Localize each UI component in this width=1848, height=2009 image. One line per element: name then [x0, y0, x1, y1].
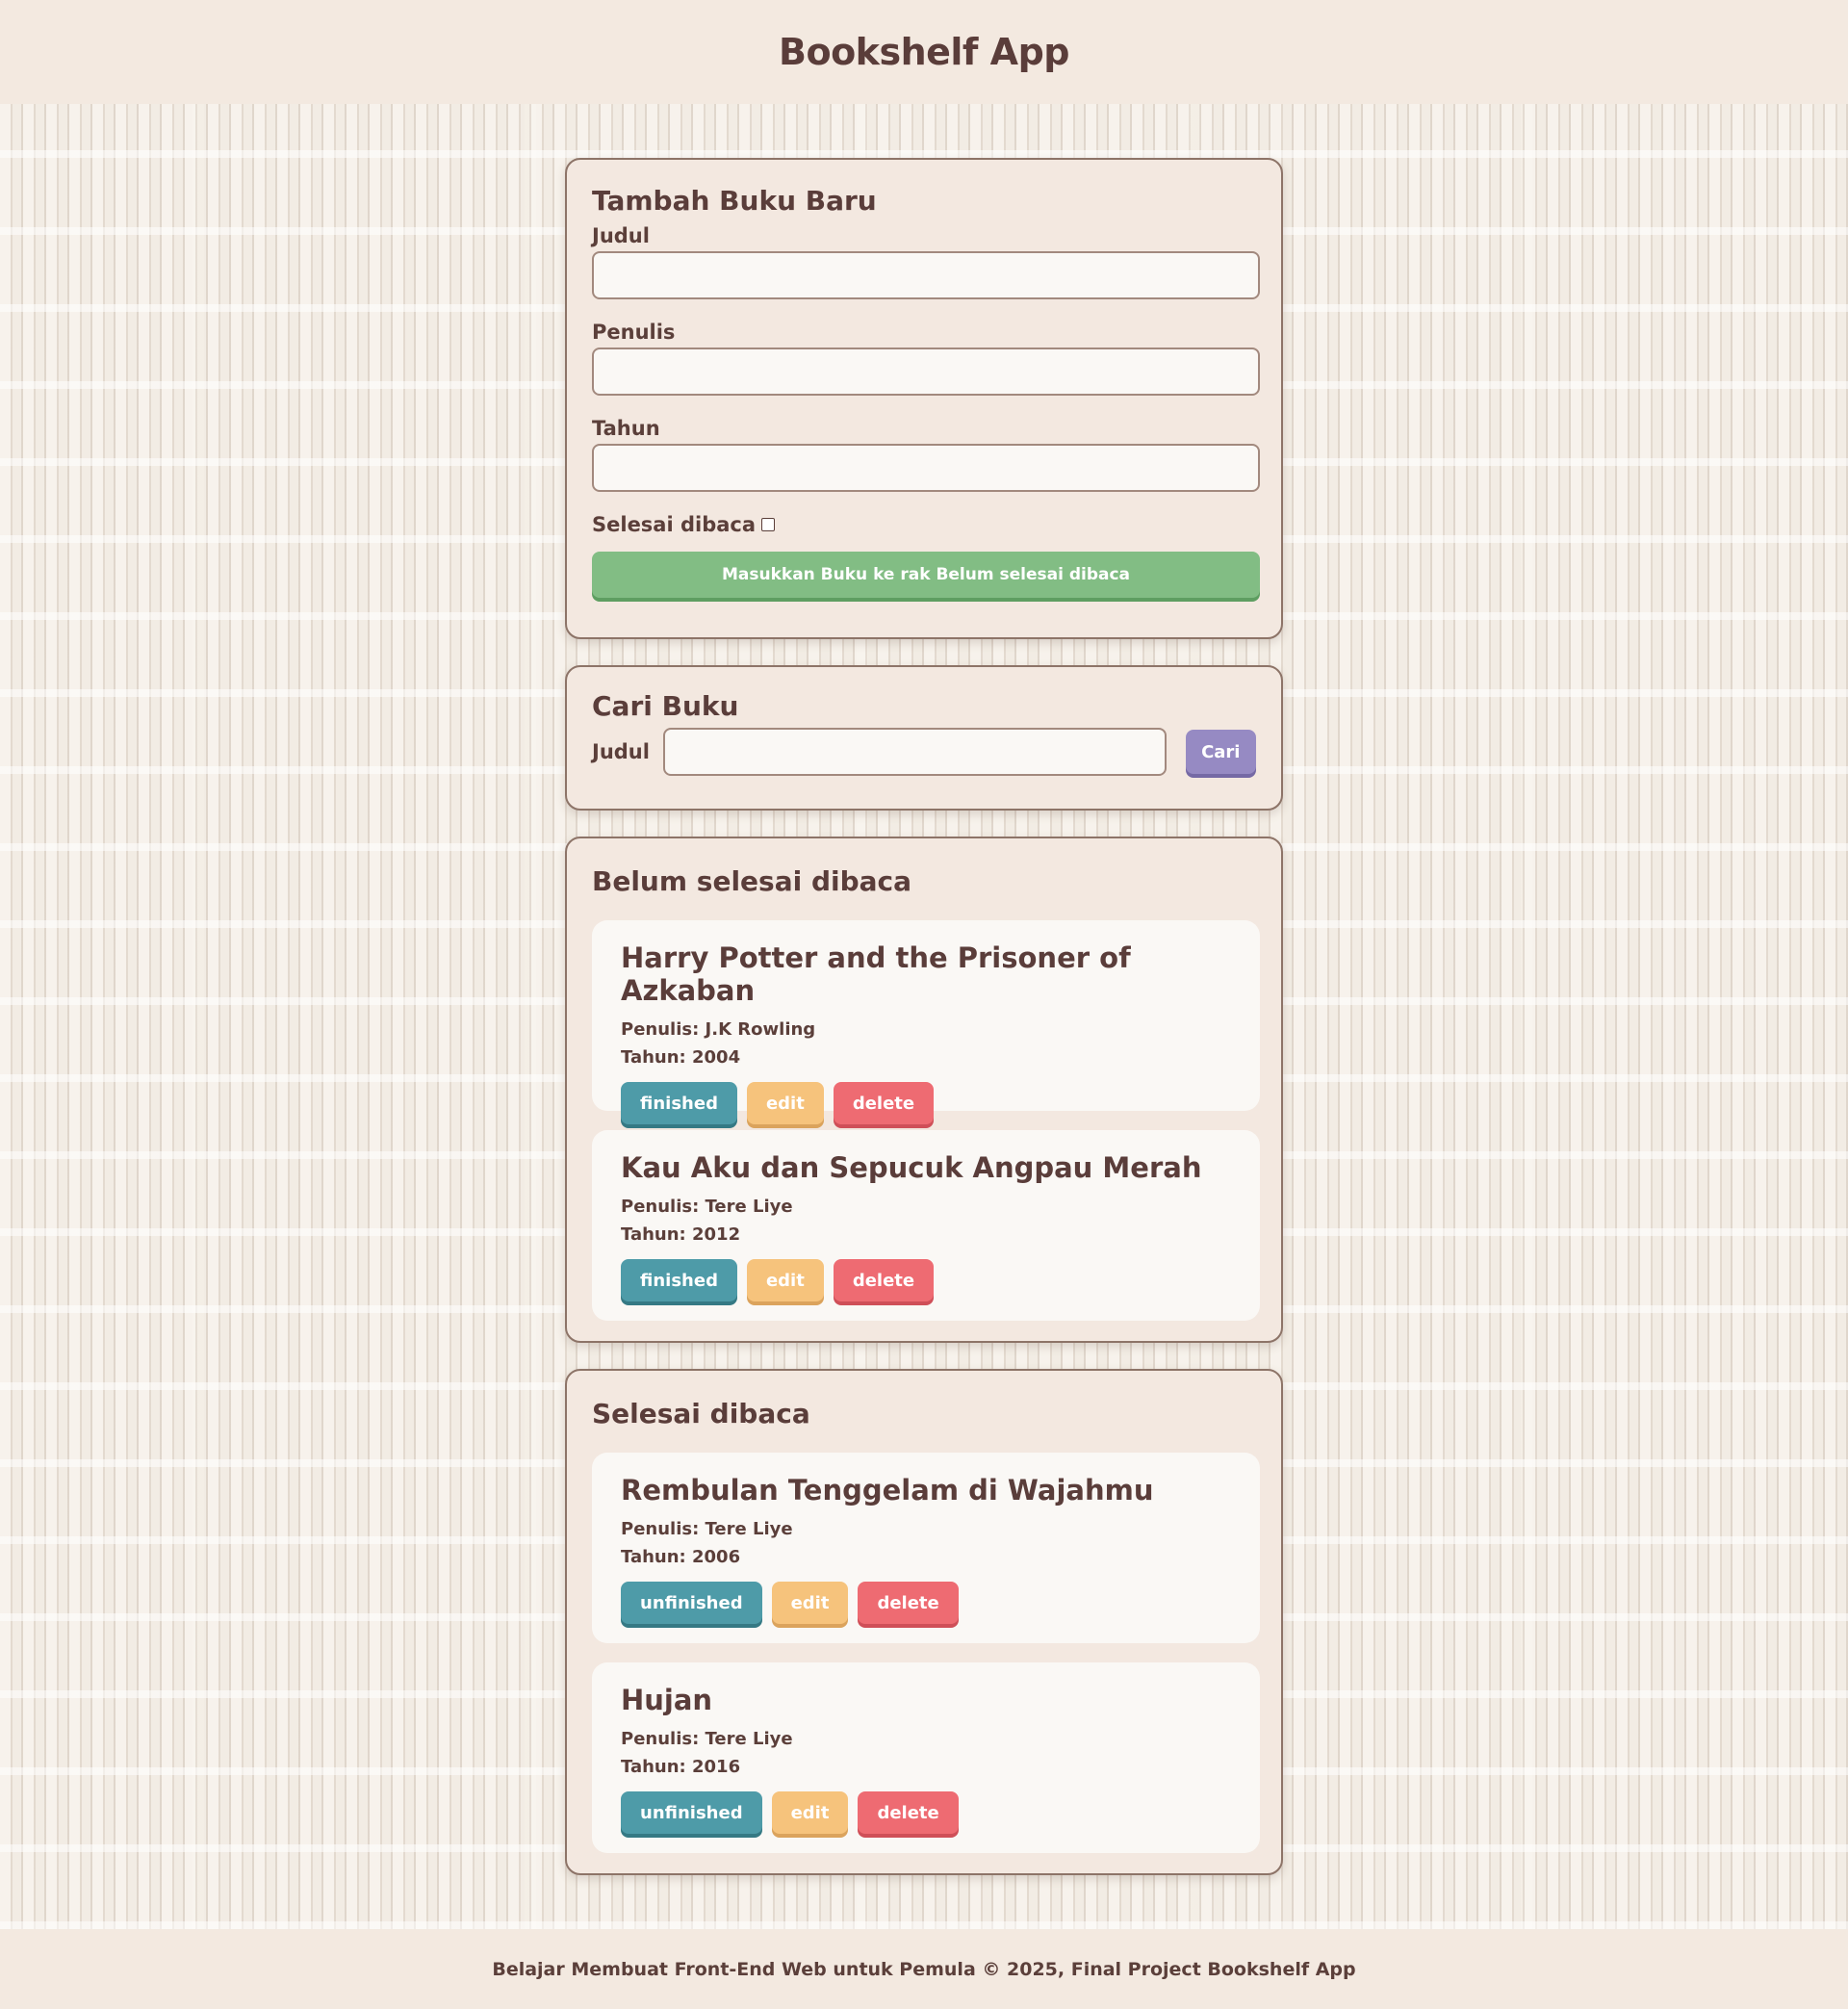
book-actions: finished edit delete — [621, 1082, 1231, 1124]
book-title: Hujan — [621, 1684, 713, 1716]
author-label: Penulis — [592, 321, 676, 344]
app-title: Bookshelf App — [779, 31, 1070, 73]
finished-button[interactable]: finished — [621, 1259, 737, 1301]
delete-button[interactable]: delete — [833, 1259, 935, 1301]
unfinished-button[interactable]: unfinished — [621, 1582, 762, 1624]
finished-shelf: Selesai dibaca Rembulan Tenggelam di Waj… — [565, 1369, 1283, 1875]
book-year: Tahun: 2016 — [621, 1757, 741, 1777]
complete-row: Selesai dibaca — [592, 513, 1256, 536]
finished-heading: Selesai dibaca — [592, 1398, 810, 1429]
finished-button[interactable]: finished — [621, 1082, 737, 1124]
unfinished-shelf: Belum selesai dibaca Harry Potter and th… — [565, 837, 1283, 1343]
delete-button[interactable]: delete — [833, 1082, 935, 1124]
book-author: Penulis: Tere Liye — [621, 1729, 793, 1749]
book-year: Tahun: 2006 — [621, 1547, 741, 1567]
edit-button[interactable]: edit — [746, 1082, 824, 1124]
edit-button[interactable]: edit — [771, 1582, 849, 1624]
book-actions: unfinished edit delete — [621, 1791, 1231, 1834]
add-book-card: Tambah Buku Baru Judul Penulis Tahun Sel… — [565, 158, 1283, 639]
delete-button[interactable]: delete — [858, 1791, 959, 1834]
app-header: Bookshelf App — [0, 0, 1848, 104]
search-input[interactable] — [663, 728, 1167, 776]
book-year: Tahun: 2004 — [621, 1047, 741, 1068]
add-book-heading: Tambah Buku Baru — [592, 185, 877, 217]
unfinished-heading: Belum selesai dibaca — [592, 865, 912, 897]
search-button[interactable]: Cari — [1185, 730, 1256, 774]
book-author: Penulis: J.K Rowling — [621, 1019, 816, 1040]
book-item: Harry Potter and the Prisoner of Azkaban… — [592, 920, 1260, 1124]
footer-text: Belajar Membuat Front-End Web untuk Pemu… — [492, 1958, 1356, 1980]
app-footer: Belajar Membuat Front-End Web untuk Pemu… — [0, 1929, 1848, 2009]
year-label: Tahun — [592, 417, 660, 440]
submit-book-button[interactable]: Masukkan Buku ke rak Belum selesai dibac… — [592, 552, 1260, 598]
book-actions: finished edit delete — [621, 1259, 1231, 1301]
book-item: Rembulan Tenggelam di Wajahmu Penulis: T… — [592, 1453, 1260, 1643]
book-author: Penulis: Tere Liye — [621, 1519, 793, 1539]
book-year: Tahun: 2012 — [621, 1224, 741, 1245]
year-input[interactable] — [592, 444, 1260, 492]
edit-button[interactable]: edit — [771, 1791, 849, 1834]
book-title: Harry Potter and the Prisoner of Azkaban — [621, 941, 1131, 1007]
author-input[interactable] — [592, 348, 1260, 396]
search-heading: Cari Buku — [592, 690, 739, 722]
complete-label: Selesai dibaca — [592, 513, 757, 536]
book-item: Hujan Penulis: Tere Liye Tahun: 2016 unf… — [592, 1662, 1260, 1853]
book-actions: unfinished edit delete — [621, 1582, 1231, 1624]
book-title: Kau Aku dan Sepucuk Angpau Merah — [621, 1151, 1202, 1184]
title-label: Judul — [592, 224, 650, 247]
book-item: Kau Aku dan Sepucuk Angpau Merah Penulis… — [592, 1130, 1260, 1321]
unfinished-button[interactable]: unfinished — [621, 1791, 762, 1834]
search-row: Judul Cari — [592, 728, 1256, 776]
complete-checkbox[interactable] — [761, 518, 776, 531]
title-input[interactable] — [592, 251, 1260, 299]
book-title: Rembulan Tenggelam di Wajahmu — [621, 1474, 1154, 1507]
edit-button[interactable]: edit — [746, 1259, 824, 1301]
search-label: Judul — [592, 740, 650, 763]
search-card: Cari Buku Judul Cari — [565, 665, 1283, 811]
delete-button[interactable]: delete — [858, 1582, 959, 1624]
book-author: Penulis: Tere Liye — [621, 1197, 793, 1217]
